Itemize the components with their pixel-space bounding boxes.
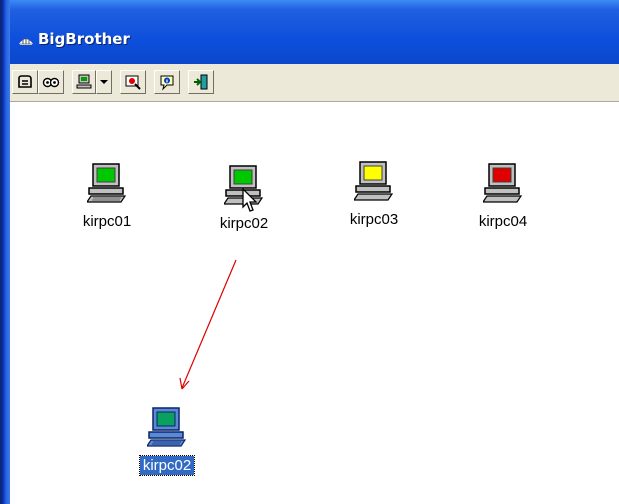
add-host-dropdown-button[interactable] <box>96 70 112 94</box>
exit-icon <box>194 74 208 90</box>
open-button[interactable] <box>12 70 38 94</box>
drag-arrow <box>179 259 237 390</box>
open-icon <box>18 75 32 88</box>
dropdown-arrow-icon <box>100 80 108 84</box>
exit-button[interactable] <box>188 70 214 94</box>
window-title: BigBrother <box>38 30 130 48</box>
app-icon <box>19 37 33 45</box>
info-icon <box>160 75 174 91</box>
add-host-icon <box>76 74 92 89</box>
monitor-icon <box>125 75 141 90</box>
app-window: BigBrother kirpc01 kirpc02 kirpc03 kirpc… <box>0 0 619 504</box>
monitor-button[interactable] <box>120 70 146 94</box>
dragged-host-kirpc02[interactable]: kirpc02 <box>122 406 212 476</box>
title-bar[interactable]: BigBrother <box>0 0 619 64</box>
window-left-border <box>0 0 10 504</box>
watch-icon <box>42 77 60 88</box>
computer-icon-selected <box>147 407 187 447</box>
watch-button[interactable] <box>38 70 64 94</box>
host-label-selected: kirpc02 <box>138 455 196 476</box>
toolbar <box>10 64 619 102</box>
add-host-button[interactable] <box>72 70 96 94</box>
host-canvas[interactable]: kirpc01 kirpc02 kirpc03 kirpc04 kirpc02 <box>10 102 619 504</box>
info-button[interactable] <box>154 70 180 94</box>
